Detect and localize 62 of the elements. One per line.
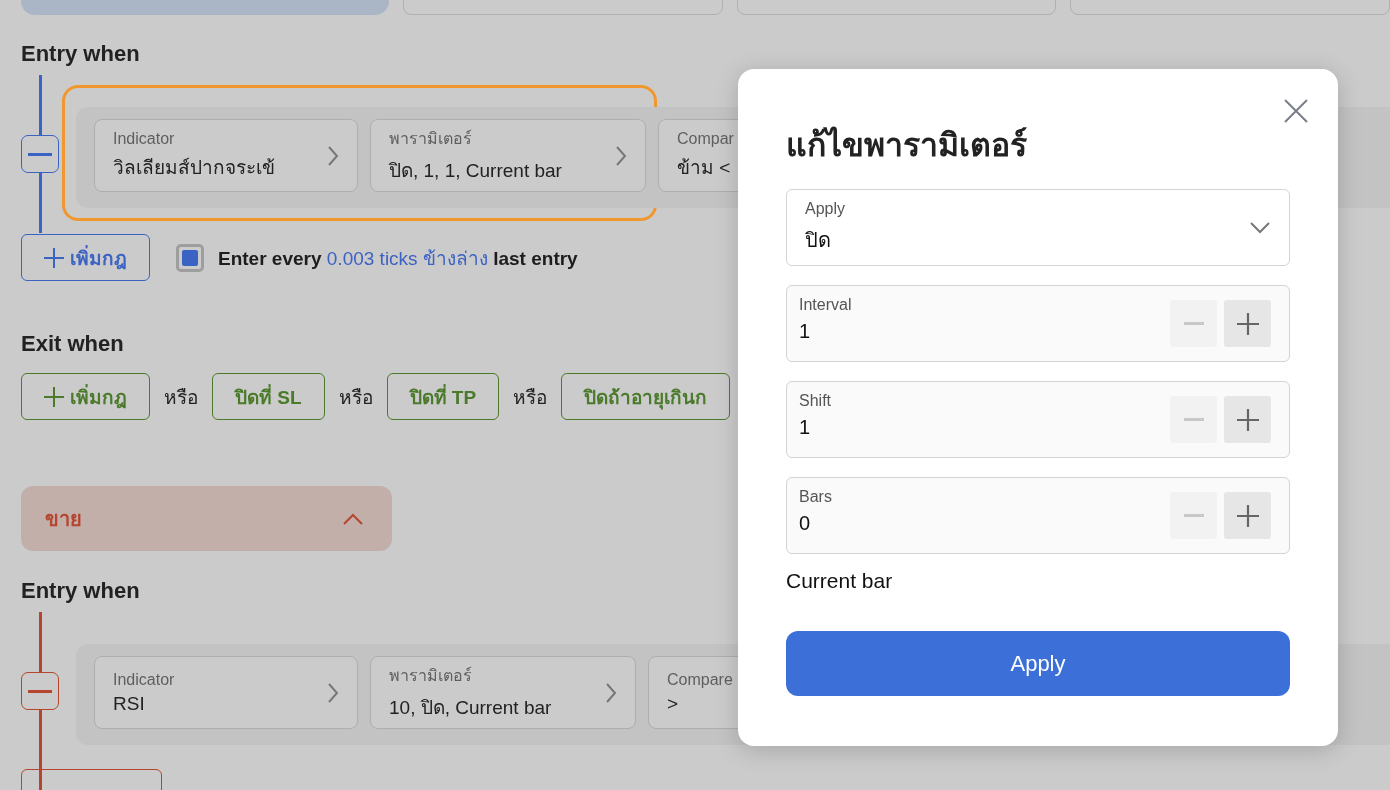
field-label: Apply: [805, 199, 846, 218]
minus-icon: [1183, 418, 1204, 421]
section-heading: Exit when: [21, 331, 124, 358]
field-value: ปิด: [805, 227, 832, 253]
chevron-right-icon: [327, 144, 339, 167]
plus-icon: [44, 386, 64, 407]
field-value: 1: [799, 320, 812, 343]
or-label: หรือ: [338, 385, 373, 410]
condition-value: 10, ปิด, Current bar: [389, 696, 552, 720]
condition-value: >: [667, 692, 680, 715]
field-value: 0: [799, 512, 812, 535]
condition-label: Indicator: [113, 670, 175, 689]
checkbox[interactable]: [176, 243, 204, 272]
plus-icon: [1236, 408, 1259, 431]
minus-icon: [28, 152, 52, 156]
number-field[interactable]: Shift 1: [786, 381, 1290, 458]
minus-icon: [1183, 322, 1204, 325]
section-heading: Entry when: [21, 41, 140, 68]
remove-rule-button[interactable]: [21, 135, 59, 173]
minus-icon: [28, 689, 52, 693]
close-icon[interactable]: [1282, 97, 1310, 125]
plus-icon: [1236, 504, 1259, 527]
number-field[interactable]: Bars 0: [786, 477, 1290, 554]
condition-value: ข้าม <: [677, 155, 732, 180]
condition-value: วิลเลียมส์ปากจระเข้: [113, 155, 275, 180]
number-field[interactable]: Interval 1: [786, 285, 1290, 362]
apply-button[interactable]: Apply: [786, 631, 1290, 696]
condition-value: RSI: [113, 692, 146, 715]
condition-value: ปิด, 1, 1, Current bar: [389, 159, 562, 183]
condition-label: พารามิเตอร์: [389, 128, 473, 149]
chevron-down-icon: [1249, 220, 1271, 235]
chevron-right-icon: [327, 681, 339, 704]
condition-label: พารามิเตอร์: [389, 665, 473, 686]
condition-card[interactable]: Indicator วิลเลียมส์ปากจระเข้: [94, 119, 358, 192]
increment-button[interactable]: [1224, 300, 1271, 347]
field-label: Shift: [799, 392, 831, 410]
condition-label: Compare: [667, 670, 733, 689]
apply-select[interactable]: Apply ปิด: [786, 189, 1290, 266]
plus-icon: [1236, 312, 1259, 335]
condition-card[interactable]: พารามิเตอร์ 10, ปิด, Current bar: [370, 656, 636, 729]
or-label: หรือ: [164, 385, 198, 410]
remove-rule-button[interactable]: [21, 672, 59, 710]
condition-label: Indicator: [113, 129, 176, 148]
field-label: Interval: [799, 296, 852, 314]
minus-icon: [1183, 514, 1204, 517]
chevron-right-icon: [605, 681, 617, 704]
or-label: หรือ: [513, 385, 548, 410]
section-heading: Entry when: [21, 578, 140, 605]
repeat-entry-text: Enter every 0.003 ticks ข้างล่าง last entry: [218, 246, 578, 271]
condition-card[interactable]: พารามิเตอร์ ปิด, 1, 1, Current bar: [370, 119, 646, 192]
section-title: ขาย: [45, 506, 82, 532]
chevron-right-icon: [615, 144, 627, 167]
increment-button[interactable]: [1224, 492, 1271, 539]
field-value: 1: [799, 416, 812, 439]
increment-button[interactable]: [1224, 396, 1271, 443]
plus-icon: [44, 247, 64, 268]
summary-text: Current bar: [786, 569, 894, 593]
dialog-title: แก้ไขพารามิเตอร์: [786, 125, 1028, 165]
chevron-up-icon: [342, 511, 364, 526]
condition-card[interactable]: Indicator RSI: [94, 656, 358, 729]
field-label: Bars: [799, 488, 832, 506]
condition-label: Compar: [677, 129, 734, 148]
